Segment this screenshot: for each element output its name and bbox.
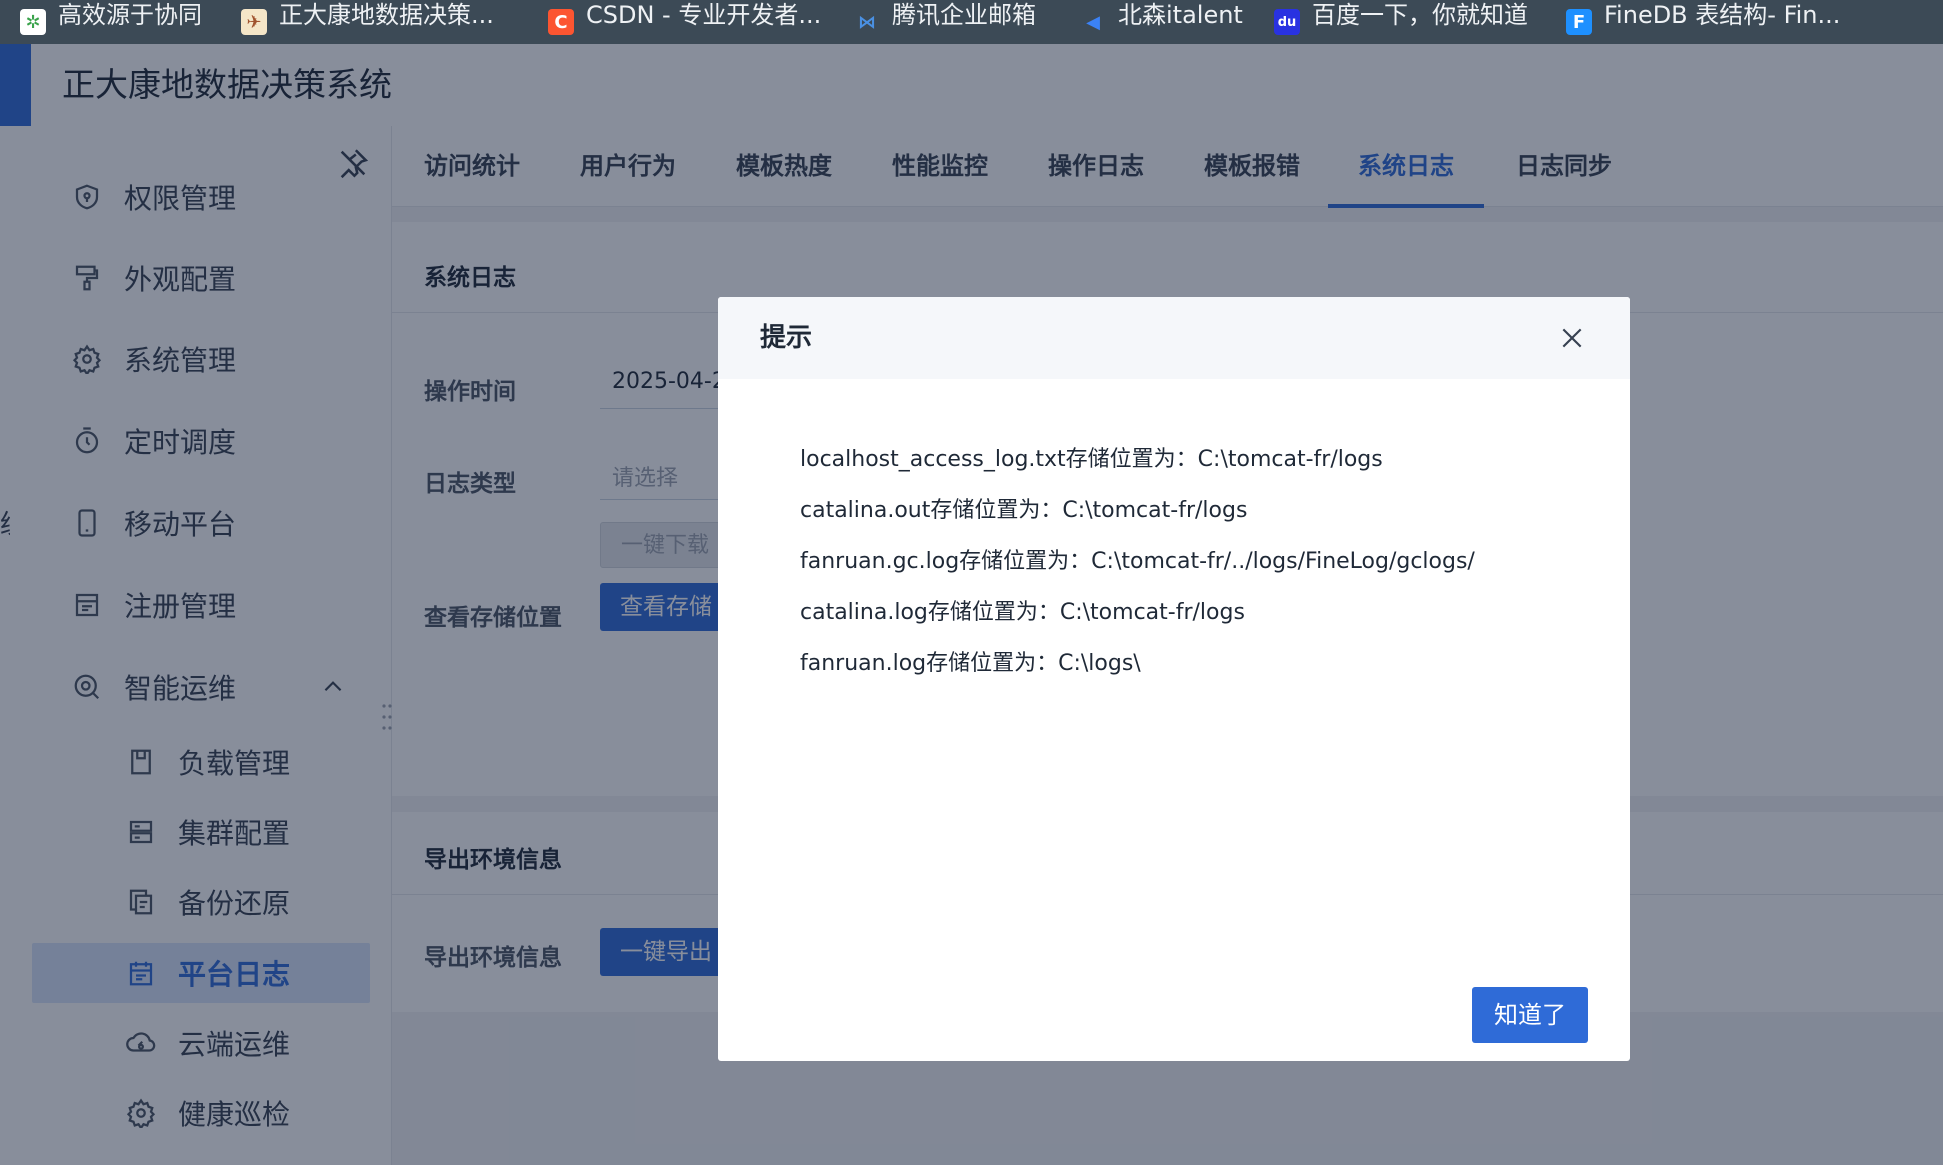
bookmark-label: CSDN - 专业开发者... — [586, 0, 822, 29]
storage-line: catalina.log存储位置为：C:\tomcat-fr/logs — [800, 600, 1245, 625]
ok-button[interactable]: 知道了 — [1472, 987, 1588, 1043]
xietong-icon: ✲ — [20, 9, 46, 35]
bookmark-beisen[interactable]: ◀ 北森italent — [1080, 0, 1243, 44]
bookmark-label: 百度一下，你就知道 — [1312, 0, 1528, 29]
dialog-title: 提示 — [760, 323, 813, 353]
close-icon[interactable] — [1559, 325, 1585, 351]
bookmark-label: 腾讯企业邮箱 — [892, 0, 1036, 29]
bookmark-label: 北森italent — [1118, 0, 1243, 29]
tencent-mail-icon: ⋈ — [858, 11, 876, 33]
csdn-icon: C — [548, 9, 574, 35]
bookmark-label: 正大康地数据决策... — [279, 0, 494, 29]
baidu-icon: du — [1274, 9, 1300, 35]
dialog-header: 提示 — [718, 297, 1630, 379]
bookmark-xietong[interactable]: ✲ 高效源于协同 — [20, 0, 202, 44]
bookmark-label: FineDB 表结构- Fin... — [1604, 0, 1841, 29]
bookmarks-bar: ✲ 高效源于协同 ✈ 正大康地数据决策... C CSDN - 专业开发者...… — [0, 0, 1943, 44]
bookmark-label: 高效源于协同 — [58, 0, 202, 29]
bookmark-baidu[interactable]: du 百度一下，你就知道 — [1274, 0, 1528, 44]
storage-line: localhost_access_log.txt存储位置为：C:\tomcat-… — [800, 447, 1383, 472]
storage-location-dialog: 提示 localhost_access_log.txt存储位置为：C:\tomc… — [718, 297, 1630, 1061]
finedb-icon: F — [1566, 9, 1592, 35]
finereport-logo-icon: ✈ — [241, 9, 267, 35]
bookmark-finereport[interactable]: ✈ 正大康地数据决策... — [241, 0, 494, 44]
bookmark-finedb[interactable]: F FineDB 表结构- Fin... — [1566, 0, 1840, 44]
storage-line: fanruan.gc.log存储位置为：C:\tomcat-fr/../logs… — [800, 549, 1475, 574]
storage-line: catalina.out存储位置为：C:\tomcat-fr/logs — [800, 498, 1248, 523]
bookmark-tencent-mail[interactable]: ⋈ 腾讯企业邮箱 — [854, 0, 1036, 44]
bookmark-csdn[interactable]: C CSDN - 专业开发者... — [548, 0, 821, 44]
storage-line: fanruan.log存储位置为：C:\logs\ — [800, 651, 1141, 676]
beisen-icon: ◀ — [1086, 11, 1100, 33]
